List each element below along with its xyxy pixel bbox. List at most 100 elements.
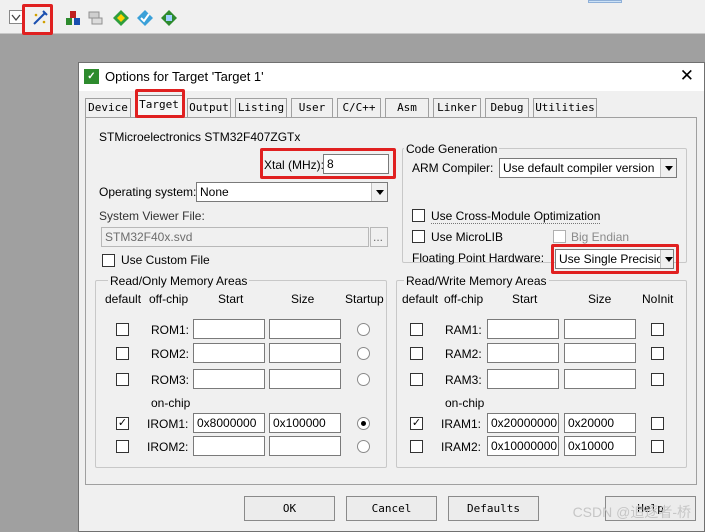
irom1-size-input[interactable]: 0x100000 xyxy=(269,413,341,433)
irom2-start-input[interactable] xyxy=(193,436,265,456)
rom1-size-input[interactable] xyxy=(269,319,341,339)
rom2-label: ROM2: xyxy=(151,347,190,361)
ram2-start-input[interactable] xyxy=(487,343,559,363)
iram1-start-input[interactable]: 0x20000000 xyxy=(487,413,559,433)
rom3-start-input[interactable] xyxy=(193,369,265,389)
ram1-noinit-checkbox[interactable] xyxy=(651,323,664,336)
ro-memory-title: Read/Only Memory Areas xyxy=(108,274,250,288)
ro-onchip-label: on-chip xyxy=(151,396,191,410)
load-icon[interactable] xyxy=(64,9,82,27)
toolbar-dropdown-icon[interactable] xyxy=(9,10,23,24)
irom2-size-input[interactable] xyxy=(269,436,341,456)
tab-asm[interactable]: Asm xyxy=(385,98,429,117)
iram1-noinit-checkbox[interactable] xyxy=(651,417,664,430)
device-name: STMicroelectronics STM32F407ZGTx xyxy=(99,130,301,144)
tab-c-cpp[interactable]: C/C++ xyxy=(337,98,381,117)
ram2-size-input[interactable] xyxy=(564,343,636,363)
microlib-checkbox[interactable] xyxy=(412,230,425,243)
iram2-start-input[interactable]: 0x10000000 xyxy=(487,436,559,456)
irom1-startup-radio[interactable] xyxy=(357,417,370,430)
cross-module-checkbox[interactable] xyxy=(412,209,425,222)
arm-compiler-label: ARM Compiler: xyxy=(412,161,494,175)
ram3-noinit-checkbox[interactable] xyxy=(651,373,664,386)
rom1-default-checkbox[interactable] xyxy=(116,323,129,336)
chevron-down-icon[interactable] xyxy=(660,159,676,177)
ide-toolbar xyxy=(0,0,705,35)
ram2-label: RAM2: xyxy=(445,347,482,361)
code-generation-title: Code Generation xyxy=(404,142,500,156)
ram3-start-input[interactable] xyxy=(487,369,559,389)
ro-header-size: Size xyxy=(291,292,315,306)
ram1-default-checkbox[interactable] xyxy=(410,323,423,336)
iram1-label: IRAM1: xyxy=(441,417,482,431)
tab-user[interactable]: User xyxy=(291,98,333,117)
arm-compiler-select[interactable]: Use default compiler version xyxy=(499,158,677,178)
dialog-titlebar: ✓ Options for Target 'Target 1' ✕ xyxy=(79,63,704,91)
rom2-startup-radio[interactable] xyxy=(357,347,370,360)
rw-header-default: default xyxy=(402,292,439,306)
manage-project-items-icon[interactable] xyxy=(87,9,105,27)
custom-file-label: Use Custom File xyxy=(121,253,210,267)
tab-target-highlight xyxy=(135,89,185,118)
tab-listing[interactable]: Listing xyxy=(235,98,287,117)
big-endian-label: Big Endian xyxy=(571,230,630,244)
iram2-size-input[interactable]: 0x10000 xyxy=(564,436,636,456)
tab-linker[interactable]: Linker xyxy=(433,98,481,117)
custom-file-checkbox[interactable] xyxy=(102,254,115,267)
cancel-button[interactable]: Cancel xyxy=(346,496,437,521)
rom2-size-input[interactable] xyxy=(269,343,341,363)
rom1-start-input[interactable] xyxy=(193,319,265,339)
tab-utilities[interactable]: Utilities xyxy=(533,98,597,117)
iram2-default-checkbox[interactable] xyxy=(410,440,423,453)
rom3-startup-radio[interactable] xyxy=(357,373,370,386)
rom2-default-checkbox[interactable] xyxy=(116,347,129,360)
tab-output[interactable]: Output xyxy=(187,98,231,117)
ram2-default-checkbox[interactable] xyxy=(410,347,423,360)
rw-header-noinit: NoInit xyxy=(642,292,674,306)
defaults-button[interactable]: Defaults xyxy=(448,496,539,521)
options-dialog: ✓ Options for Target 'Target 1' ✕ Device… xyxy=(78,62,705,532)
irom2-default-checkbox[interactable] xyxy=(116,440,129,453)
os-select[interactable]: None xyxy=(196,182,388,202)
close-icon[interactable]: ✕ xyxy=(680,66,694,86)
xtal-highlight xyxy=(260,148,396,179)
arm-compiler-value: Use default compiler version xyxy=(503,161,655,175)
toolbar-field[interactable] xyxy=(588,0,622,3)
ram3-default-checkbox[interactable] xyxy=(410,373,423,386)
tab-debug[interactable]: Debug xyxy=(485,98,529,117)
svd-label: System Viewer File: xyxy=(99,209,205,223)
big-endian-checkbox[interactable] xyxy=(553,230,566,243)
watermark: CSDN @追逐者-桥 xyxy=(572,504,691,520)
os-label: Operating system: xyxy=(99,185,197,199)
rom3-size-input[interactable] xyxy=(269,369,341,389)
irom1-label: IROM1: xyxy=(147,417,189,431)
rom1-startup-radio[interactable] xyxy=(357,323,370,336)
iram1-default-checkbox[interactable]: ✓ xyxy=(410,417,423,430)
irom2-startup-radio[interactable] xyxy=(357,440,370,453)
select-packs-icon[interactable] xyxy=(112,9,130,27)
ok-button[interactable]: OK xyxy=(244,496,335,521)
svd-file-input[interactable]: STM32F40x.svd xyxy=(101,227,369,247)
manage-run-time-environment-icon[interactable] xyxy=(136,9,154,27)
ro-header-offchip: off-chip xyxy=(149,292,189,306)
ram3-size-input[interactable] xyxy=(564,369,636,389)
chevron-down-icon[interactable] xyxy=(371,183,387,201)
ram1-label: RAM1: xyxy=(445,323,482,337)
ram1-start-input[interactable] xyxy=(487,319,559,339)
options-button-highlight xyxy=(22,4,53,35)
fph-highlight xyxy=(551,244,679,274)
iram2-noinit-checkbox[interactable] xyxy=(651,440,664,453)
ram2-noinit-checkbox[interactable] xyxy=(651,347,664,360)
tab-device[interactable]: Device xyxy=(85,98,131,117)
rom2-start-input[interactable] xyxy=(193,343,265,363)
keil-app-icon: ✓ xyxy=(84,69,99,84)
iram2-label: IRAM2: xyxy=(441,440,482,454)
rom3-default-checkbox[interactable] xyxy=(116,373,129,386)
svd-browse-button[interactable]: ... xyxy=(370,227,388,247)
irom1-default-checkbox[interactable]: ✓ xyxy=(116,417,129,430)
iram1-size-input[interactable]: 0x20000 xyxy=(564,413,636,433)
irom1-start-input[interactable]: 0x8000000 xyxy=(193,413,265,433)
ram1-size-input[interactable] xyxy=(564,319,636,339)
ro-header-start: Start xyxy=(218,292,244,306)
pack-installer-icon[interactable] xyxy=(160,9,178,27)
